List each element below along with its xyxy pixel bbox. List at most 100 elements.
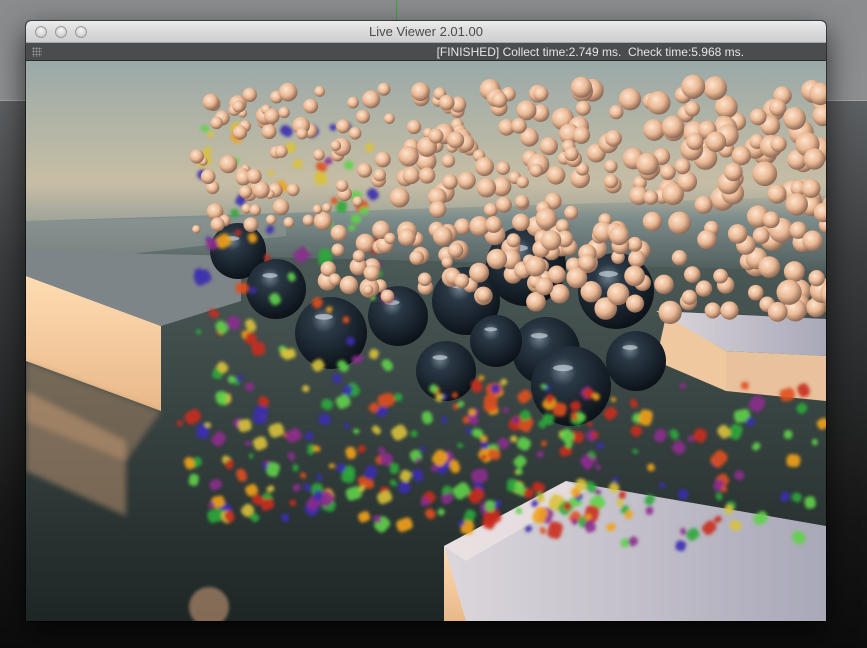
bright-sphere (627, 236, 643, 252)
bright-sphere (603, 174, 619, 189)
bright-sphere (411, 82, 430, 102)
bright-sphere (654, 274, 674, 295)
confetti-piece (389, 463, 399, 474)
bright-sphere (681, 289, 698, 305)
bright-sphere (486, 248, 508, 270)
bright-sphere (768, 98, 787, 117)
bright-sphere (261, 124, 277, 140)
bright-sphere (661, 115, 685, 139)
bright-sphere (402, 166, 420, 185)
bright-sphere (767, 184, 787, 204)
bright-sphere (303, 98, 319, 114)
bright-sphere (441, 256, 453, 268)
bright-sphere (363, 264, 380, 282)
bright-sphere (314, 86, 326, 97)
bright-sphere (564, 146, 579, 162)
bright-sphere (684, 101, 700, 117)
confetti-piece (289, 499, 296, 506)
bright-sphere (189, 149, 204, 164)
bright-sphere (373, 168, 387, 182)
confetti-piece (200, 125, 210, 132)
bright-sphere (713, 268, 728, 284)
bright-sphere (432, 226, 453, 247)
bright-sphere (747, 284, 764, 301)
confetti-piece (502, 407, 509, 413)
bright-sphere (783, 107, 806, 130)
title-bar[interactable]: Live Viewer 2.01.00 (26, 21, 826, 43)
live-viewer-window[interactable]: Live Viewer 2.01.00 [FINISHED] Collect t… (26, 21, 826, 621)
bright-sphere (762, 211, 780, 229)
ball-highlight (530, 332, 548, 339)
bright-sphere (286, 183, 300, 197)
bright-sphere (491, 92, 508, 108)
bright-sphere (524, 255, 546, 277)
bright-sphere (535, 277, 554, 296)
bright-sphere (705, 131, 727, 153)
bright-sphere (210, 217, 225, 232)
bright-sphere (752, 161, 778, 187)
render-status-text: [FINISHED] Collect time:2.749 ms. Check … (436, 45, 744, 59)
bright-sphere (636, 152, 659, 176)
confetti-piece (510, 435, 518, 443)
bright-sphere (529, 163, 543, 178)
bright-sphere (533, 86, 549, 102)
bright-sphere (474, 157, 494, 177)
bright-sphere (447, 242, 464, 258)
confetti-piece (329, 123, 337, 131)
bright-sphere (555, 219, 570, 233)
bright-sphere (313, 149, 325, 161)
bright-sphere (336, 119, 351, 134)
bright-sphere (457, 171, 476, 190)
bright-sphere (659, 164, 676, 181)
bright-sphere (681, 74, 706, 99)
bright-sphere (283, 217, 295, 228)
bright-sphere (727, 224, 748, 244)
confetti-piece (344, 160, 354, 170)
bright-sphere (605, 129, 622, 147)
grip-dots-icon[interactable] (32, 47, 42, 57)
bright-sphere (767, 301, 788, 322)
bright-sphere (380, 289, 395, 303)
render-viewport[interactable] (26, 61, 826, 621)
bright-sphere (475, 287, 492, 303)
bright-sphere (506, 233, 521, 248)
confetti-piece (478, 375, 485, 381)
bright-sphere (441, 154, 456, 168)
bright-sphere (428, 128, 444, 144)
bright-sphere (606, 282, 630, 306)
bright-sphere (512, 213, 530, 232)
bright-sphere (278, 82, 298, 102)
bright-sphere (355, 233, 375, 253)
bright-sphere (495, 196, 512, 213)
bright-sphere (302, 214, 315, 226)
bright-sphere (609, 225, 630, 246)
ball-highlight (598, 270, 618, 277)
bright-sphere (671, 250, 688, 266)
bright-sphere (335, 179, 349, 192)
bright-sphere (219, 155, 238, 174)
bright-sphere (624, 265, 645, 287)
bright-sphere (572, 126, 591, 144)
ball-highlight (553, 364, 573, 372)
bright-sphere (694, 195, 713, 214)
bright-sphere (232, 125, 248, 140)
bright-sphere (322, 202, 332, 213)
bright-sphere (496, 161, 511, 176)
dark-glossy-ball (368, 286, 428, 346)
confetti-piece (207, 131, 215, 139)
confetti-piece (364, 142, 375, 153)
dark-glossy-ball (416, 341, 476, 401)
bright-sphere (609, 104, 624, 120)
bright-sphere (776, 279, 802, 305)
ball-highlight (484, 327, 498, 332)
bright-sphere (626, 294, 645, 313)
bright-sphere (243, 217, 259, 233)
bright-sphere (642, 211, 663, 232)
bright-sphere (232, 100, 245, 113)
bright-sphere (540, 230, 562, 251)
bright-sphere (785, 193, 808, 216)
bright-sphere (570, 76, 593, 98)
ball-highlight (432, 355, 448, 360)
bright-sphere (406, 119, 422, 135)
bright-sphere (210, 116, 223, 130)
